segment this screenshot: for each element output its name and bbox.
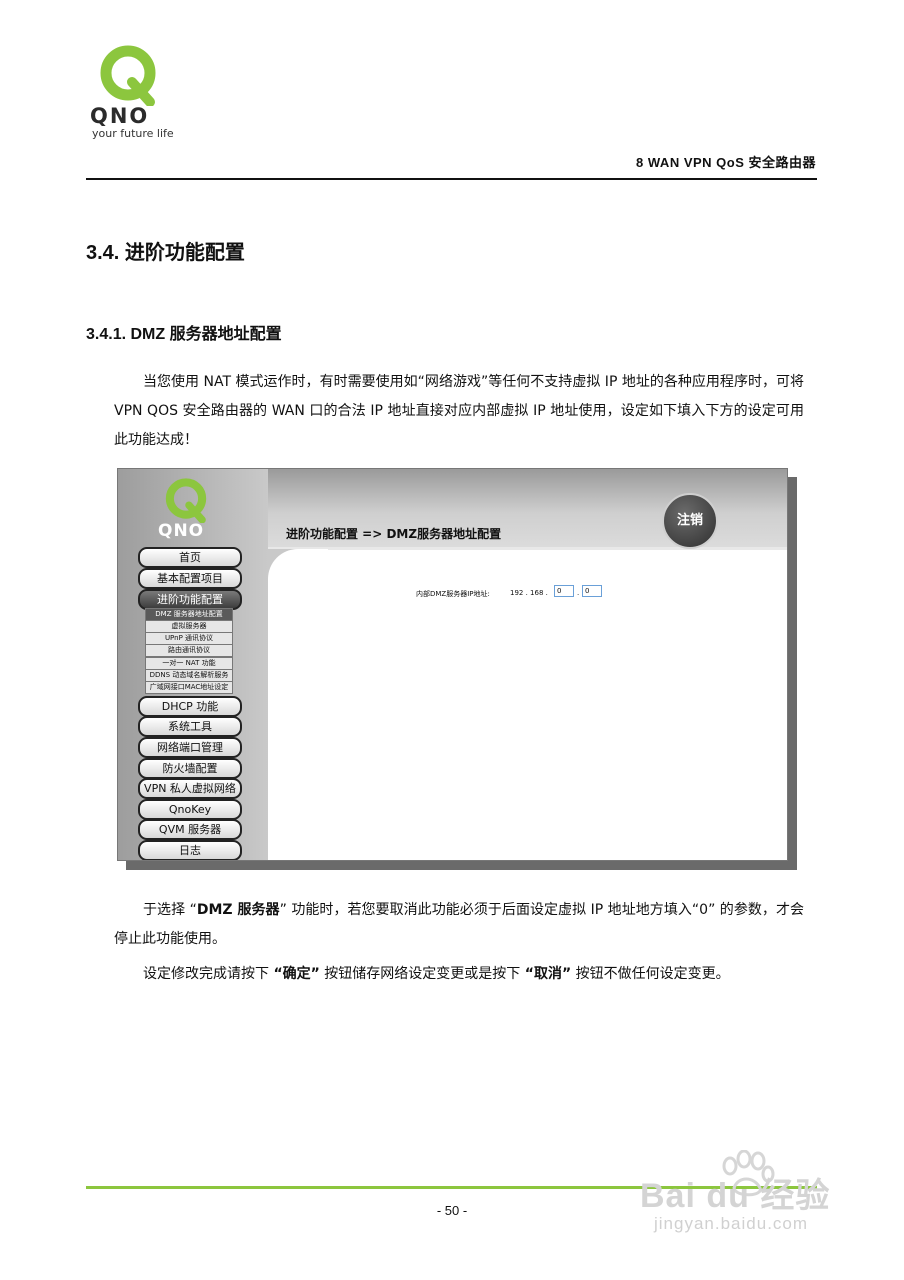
ui-logo-wordmark: QNO xyxy=(158,521,205,541)
save-cancel-paragraph: 设定修改完成请按下 “确定” 按钮储存网络设定变更或是按下 “取消” 按钮不做任… xyxy=(114,960,804,989)
dmz-disable-paragraph: 于选择 “DMZ 服务器” 功能时，若您要取消此功能必须于后面设定虚拟 IP 地… xyxy=(114,896,804,954)
dmz-ip-prefix: 192 . 168 . xyxy=(510,589,548,597)
nav-qvm-server[interactable]: QVM 服务器 xyxy=(138,819,242,840)
subnav-routing[interactable]: 路由通讯协议 xyxy=(145,644,233,657)
nav-vpn[interactable]: VPN 私人虚拟网络 xyxy=(138,778,242,799)
paragraph-text: 于选择 “ xyxy=(143,902,197,918)
paragraph-text: 按钮储存网络设定变更或是按下 xyxy=(319,966,525,982)
section-heading: 3.4. 进阶功能配置 xyxy=(86,242,245,264)
logo-wordmark: QNO xyxy=(90,104,150,128)
nav-basic-config[interactable]: 基本配置项目 xyxy=(138,568,242,589)
cancel-term: “取消” xyxy=(524,966,572,982)
nav-advanced-config[interactable]: 进阶功能配置 xyxy=(138,589,242,610)
qno-logo-icon xyxy=(100,45,156,106)
intro-paragraph: 当您使用 NAT 模式运作时，有时需要使用如“网络游戏”等任何不支持虚拟 IP … xyxy=(114,374,804,448)
paragraph-text: 按钮不做任何设定变更。 xyxy=(571,966,730,982)
header-divider xyxy=(86,178,817,180)
paragraph-text: 设定修改完成请按下 xyxy=(143,966,274,982)
dmz-ip-octet4-input[interactable]: 0 xyxy=(582,585,602,597)
logo-tagline: your future life xyxy=(92,127,174,140)
nav-firewall[interactable]: 防火墙配置 xyxy=(138,758,242,779)
nav-system-tools[interactable]: 系统工具 xyxy=(138,716,242,737)
confirm-term: “确定” xyxy=(273,966,320,982)
baidu-watermark-url: jingyan.baidu.com xyxy=(654,1214,809,1233)
nav-home[interactable]: 首页 xyxy=(138,547,242,568)
nav-qnokey[interactable]: QnoKey xyxy=(138,799,242,820)
nav-log[interactable]: 日志 xyxy=(138,840,242,860)
ui-banner-divider xyxy=(268,547,787,550)
baidu-watermark-text: Bai du 经验 xyxy=(640,1177,831,1215)
subsection-heading: 3.4.1. DMZ 服务器地址配置 xyxy=(86,326,282,343)
dmz-ip-octet3-input[interactable]: 0 xyxy=(554,585,574,597)
ui-qno-logo-icon xyxy=(165,478,207,523)
subnav-mac-clone[interactable]: 广域网接口MAC地址设定 xyxy=(145,681,233,694)
ip-dot-separator: . xyxy=(577,589,580,597)
ui-page-title: 进阶功能配置 => DMZ服务器地址配置 xyxy=(286,527,502,541)
nav-port-management[interactable]: 网络端口管理 xyxy=(138,737,242,758)
ui-content-corner xyxy=(268,549,328,609)
dmz-ip-label: 内部DMZ服务器IP地址: xyxy=(416,590,490,598)
router-ui-screenshot: QNO 进阶功能配置 => DMZ服务器地址配置 注销 首页 基本配置项目 进阶… xyxy=(117,468,788,861)
paragraph-bold-term: DMZ 服务器 xyxy=(196,902,280,918)
logout-button[interactable]: 注销 xyxy=(662,493,718,549)
document-header-title: 8 WAN VPN QoS 安全路由器 xyxy=(636,155,816,170)
nav-dhcp[interactable]: DHCP 功能 xyxy=(138,696,242,717)
